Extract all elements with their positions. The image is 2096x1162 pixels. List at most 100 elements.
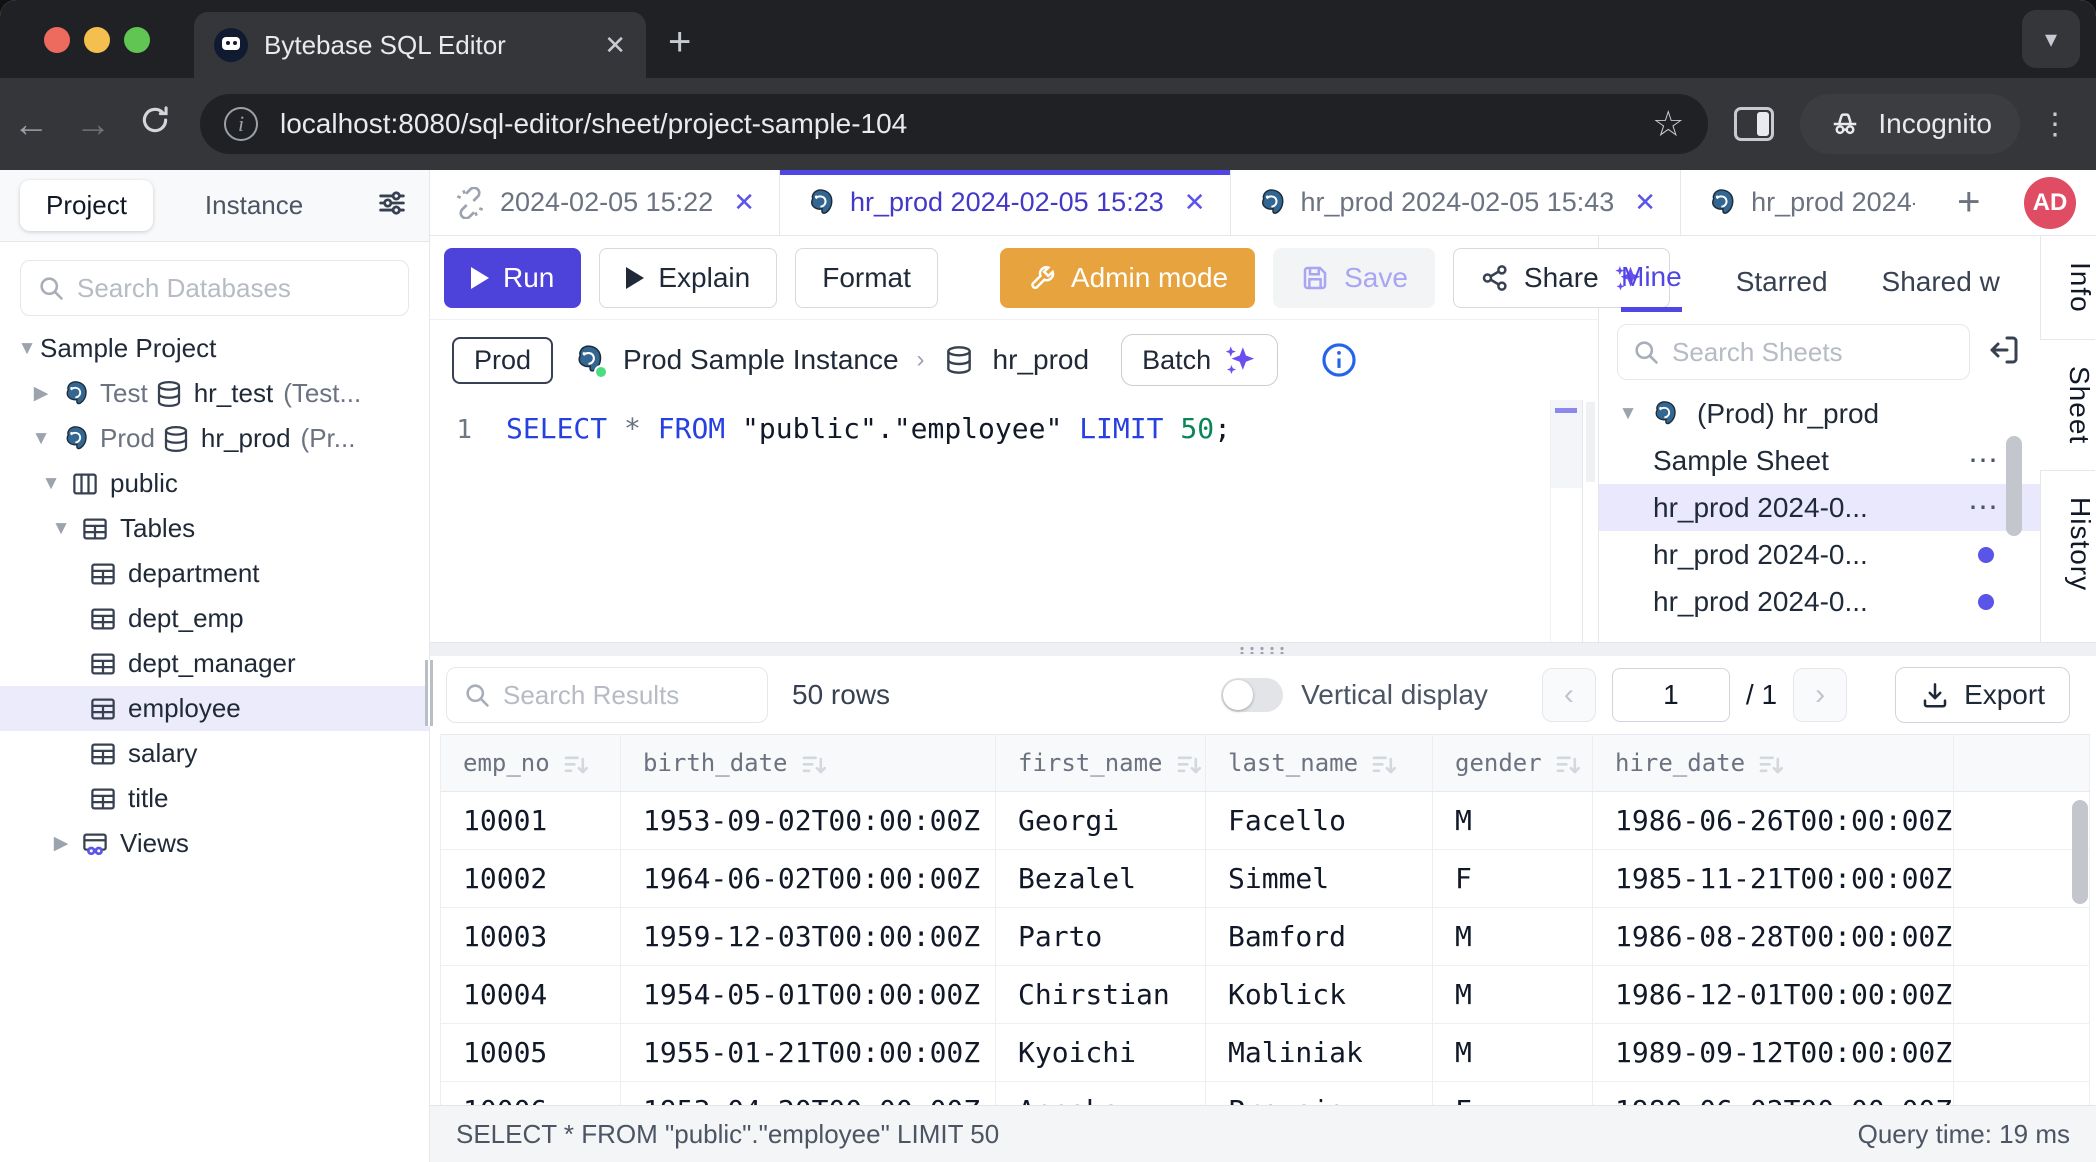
bookmark-star-icon[interactable]: ☆ xyxy=(1652,103,1684,145)
batch-button[interactable]: Batch xyxy=(1121,334,1278,386)
save-button[interactable]: Save xyxy=(1273,248,1435,308)
cell[interactable]: 10006 xyxy=(441,1082,621,1105)
chevron-down-icon[interactable]: ▼ xyxy=(28,428,54,450)
sidebar-resize-handle[interactable] xyxy=(425,660,433,726)
cell[interactable]: 10005 xyxy=(441,1024,621,1082)
sheet-item-4[interactable]: hr_prod 2024-0... xyxy=(1599,578,2040,625)
tab-shared-with-me[interactable]: Shared w xyxy=(1882,266,2000,312)
column-header-birth-date[interactable]: birth_date xyxy=(621,734,996,792)
filter-sliders-icon[interactable] xyxy=(375,186,409,225)
site-info-icon[interactable]: i xyxy=(224,107,258,141)
cell[interactable]: F xyxy=(1433,850,1593,908)
tree-item-tables-group[interactable]: ▼ Tables xyxy=(0,506,429,551)
tree-item-views-group[interactable]: ▶ Views xyxy=(0,821,429,866)
tree-item-hr-prod[interactable]: ▼ Prod hr_prod (Pr... xyxy=(0,416,429,461)
prev-page-button[interactable]: ‹ xyxy=(1542,668,1596,722)
tree-item-table-salary[interactable]: salary xyxy=(0,731,429,776)
instance-name[interactable]: Prod Sample Instance xyxy=(623,344,899,376)
sort-icon[interactable] xyxy=(1370,750,1396,776)
cell[interactable]: 10001 xyxy=(441,792,621,850)
cell[interactable]: 1986-08-28T00:00:00Z xyxy=(1593,908,1954,966)
cell[interactable]: 1989-06-02T00:00:00Z xyxy=(1593,1082,1954,1105)
tree-item-hr-test[interactable]: ▶ Test hr_test (Test... xyxy=(0,371,429,416)
cell[interactable]: M xyxy=(1433,966,1593,1024)
rail-tab-history[interactable]: History xyxy=(2041,471,2096,617)
column-header-hire-date[interactable]: hire_date xyxy=(1593,734,1954,792)
cell[interactable]: Bezalel xyxy=(996,850,1206,908)
address-bar[interactable]: i localhost:8080/sql-editor/sheet/projec… xyxy=(200,94,1708,154)
cell[interactable]: M xyxy=(1433,908,1593,966)
sort-icon[interactable] xyxy=(1175,750,1201,776)
cell[interactable]: Maliniak xyxy=(1206,1024,1433,1082)
browser-menu-button[interactable]: ⋮ xyxy=(2040,107,2070,142)
cell[interactable]: Facello xyxy=(1206,792,1433,850)
next-page-button[interactable]: › xyxy=(1793,668,1847,722)
cell[interactable]: 1953-09-02T00:00:00Z xyxy=(621,792,996,850)
results-splitter[interactable] xyxy=(430,642,2096,656)
chevron-right-icon[interactable]: ▶ xyxy=(48,832,74,855)
browser-tab[interactable]: Bytebase SQL Editor ✕ xyxy=(194,12,646,78)
tree-item-project[interactable]: ▼ Sample Project xyxy=(0,326,429,371)
tab-instance[interactable]: Instance xyxy=(179,180,329,231)
cell[interactable]: Preusig xyxy=(1206,1082,1433,1105)
database-name[interactable]: hr_prod xyxy=(993,344,1090,376)
close-tab-icon[interactable]: ✕ xyxy=(1184,187,1206,218)
sort-icon[interactable] xyxy=(1554,750,1580,776)
sheets-search-box[interactable] xyxy=(1617,324,1970,380)
cell[interactable]: M xyxy=(1433,1024,1593,1082)
export-button[interactable]: Export xyxy=(1895,667,2070,723)
tree-item-table-title[interactable]: title xyxy=(0,776,429,821)
cell[interactable]: M xyxy=(1433,792,1593,850)
sort-icon[interactable] xyxy=(800,750,826,776)
sort-icon[interactable] xyxy=(562,750,588,776)
splitter-grip[interactable] xyxy=(1237,646,1289,654)
sheets-search-input[interactable] xyxy=(1672,337,1955,368)
back-button[interactable]: ← xyxy=(0,103,62,145)
cell[interactable]: 1986-06-26T00:00:00Z xyxy=(1593,792,1954,850)
results-search-box[interactable] xyxy=(446,667,768,723)
cell[interactable]: Parto xyxy=(996,908,1206,966)
rail-tab-sheet[interactable]: Sheet xyxy=(2040,339,2095,471)
database-search-box[interactable] xyxy=(20,260,409,316)
editor-tab-active[interactable]: hr_prod 2024-02-05 15:23 ✕ xyxy=(780,170,1231,235)
cell[interactable]: Bamford xyxy=(1206,908,1433,966)
chevron-down-icon[interactable]: ▼ xyxy=(38,473,64,495)
minimize-window-button[interactable] xyxy=(84,27,110,53)
editor-minimap[interactable] xyxy=(1550,400,1582,642)
cell[interactable]: Kyoichi xyxy=(996,1024,1206,1082)
chevron-down-icon[interactable]: ▼ xyxy=(1613,403,1643,425)
editor-tab-unsaved[interactable]: 2024-02-05 15:22 ✕ xyxy=(430,170,780,235)
sheet-item-selected[interactable]: hr_prod 2024-0... ⋯ xyxy=(1599,484,2040,531)
cell[interactable]: 10003 xyxy=(441,908,621,966)
close-tab-icon[interactable]: ✕ xyxy=(1634,187,1656,218)
sheet-item-3[interactable]: hr_prod 2024-0... xyxy=(1599,531,2040,578)
new-sheet-tab-button[interactable]: + xyxy=(1939,170,1998,235)
admin-mode-button[interactable]: Admin mode xyxy=(1000,248,1255,308)
tree-item-schema-public[interactable]: ▼ public xyxy=(0,461,429,506)
zoom-window-button[interactable] xyxy=(124,27,150,53)
results-search-input[interactable] xyxy=(503,680,751,711)
column-header-last-name[interactable]: last_name xyxy=(1206,734,1433,792)
format-button[interactable]: Format xyxy=(795,248,938,308)
cell[interactable]: 1985-11-21T00:00:00Z xyxy=(1593,850,1954,908)
tree-item-table-dept-emp[interactable]: dept_emp xyxy=(0,596,429,641)
cell[interactable]: 1959-12-03T00:00:00Z xyxy=(621,908,996,966)
tab-search-button[interactable]: ▾ xyxy=(2022,10,2080,68)
cell[interactable]: 1953-04-20T00:00:00Z xyxy=(621,1082,996,1105)
tab-project[interactable]: Project xyxy=(20,180,153,231)
explain-button[interactable]: Explain xyxy=(599,248,777,308)
page-number-input[interactable] xyxy=(1612,668,1730,722)
sheet-group-row[interactable]: ▼ (Prod) hr_prod xyxy=(1599,390,2040,437)
chevron-right-icon[interactable]: ▶ xyxy=(28,382,54,405)
cell[interactable]: 10002 xyxy=(441,850,621,908)
editor-tab-3[interactable]: hr_prod 2024-02-05 15:43 ✕ xyxy=(1231,170,1682,235)
close-tab-icon[interactable]: ✕ xyxy=(604,30,626,61)
new-tab-button[interactable]: + xyxy=(668,22,691,62)
column-header-emp-no[interactable]: emp_no xyxy=(441,734,621,792)
chevron-down-icon[interactable]: ▼ xyxy=(14,338,40,360)
import-sheet-icon[interactable] xyxy=(1986,332,2022,373)
cell[interactable]: 1954-05-01T00:00:00Z xyxy=(621,966,996,1024)
close-tab-icon[interactable]: ✕ xyxy=(733,187,755,218)
rail-tab-info[interactable]: Info xyxy=(2041,236,2096,339)
sheet-item-sample[interactable]: Sample Sheet ⋯ xyxy=(1599,437,2040,484)
